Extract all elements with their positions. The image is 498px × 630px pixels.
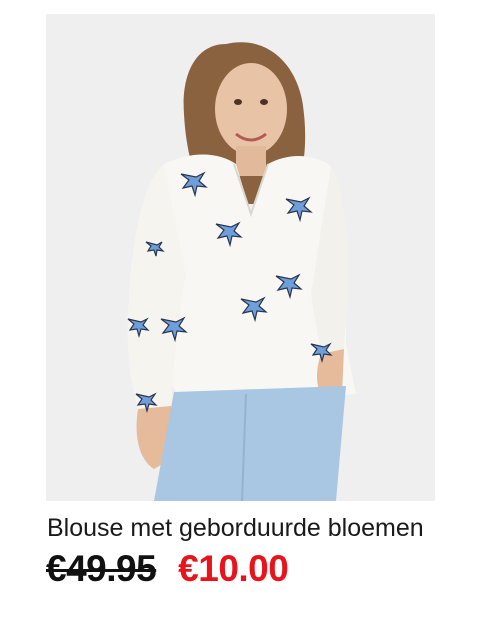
sale-price: €10.00 — [178, 548, 289, 589]
product-card[interactable]: Blouse met geborduurde bloemen €49.95 €1… — [0, 0, 498, 630]
old-price: €49.95 — [46, 548, 157, 589]
product-title[interactable]: Blouse met geborduurde bloemen — [47, 510, 424, 546]
product-image[interactable] — [46, 14, 435, 501]
price-row: €49.95 €10.00 — [46, 544, 289, 594]
